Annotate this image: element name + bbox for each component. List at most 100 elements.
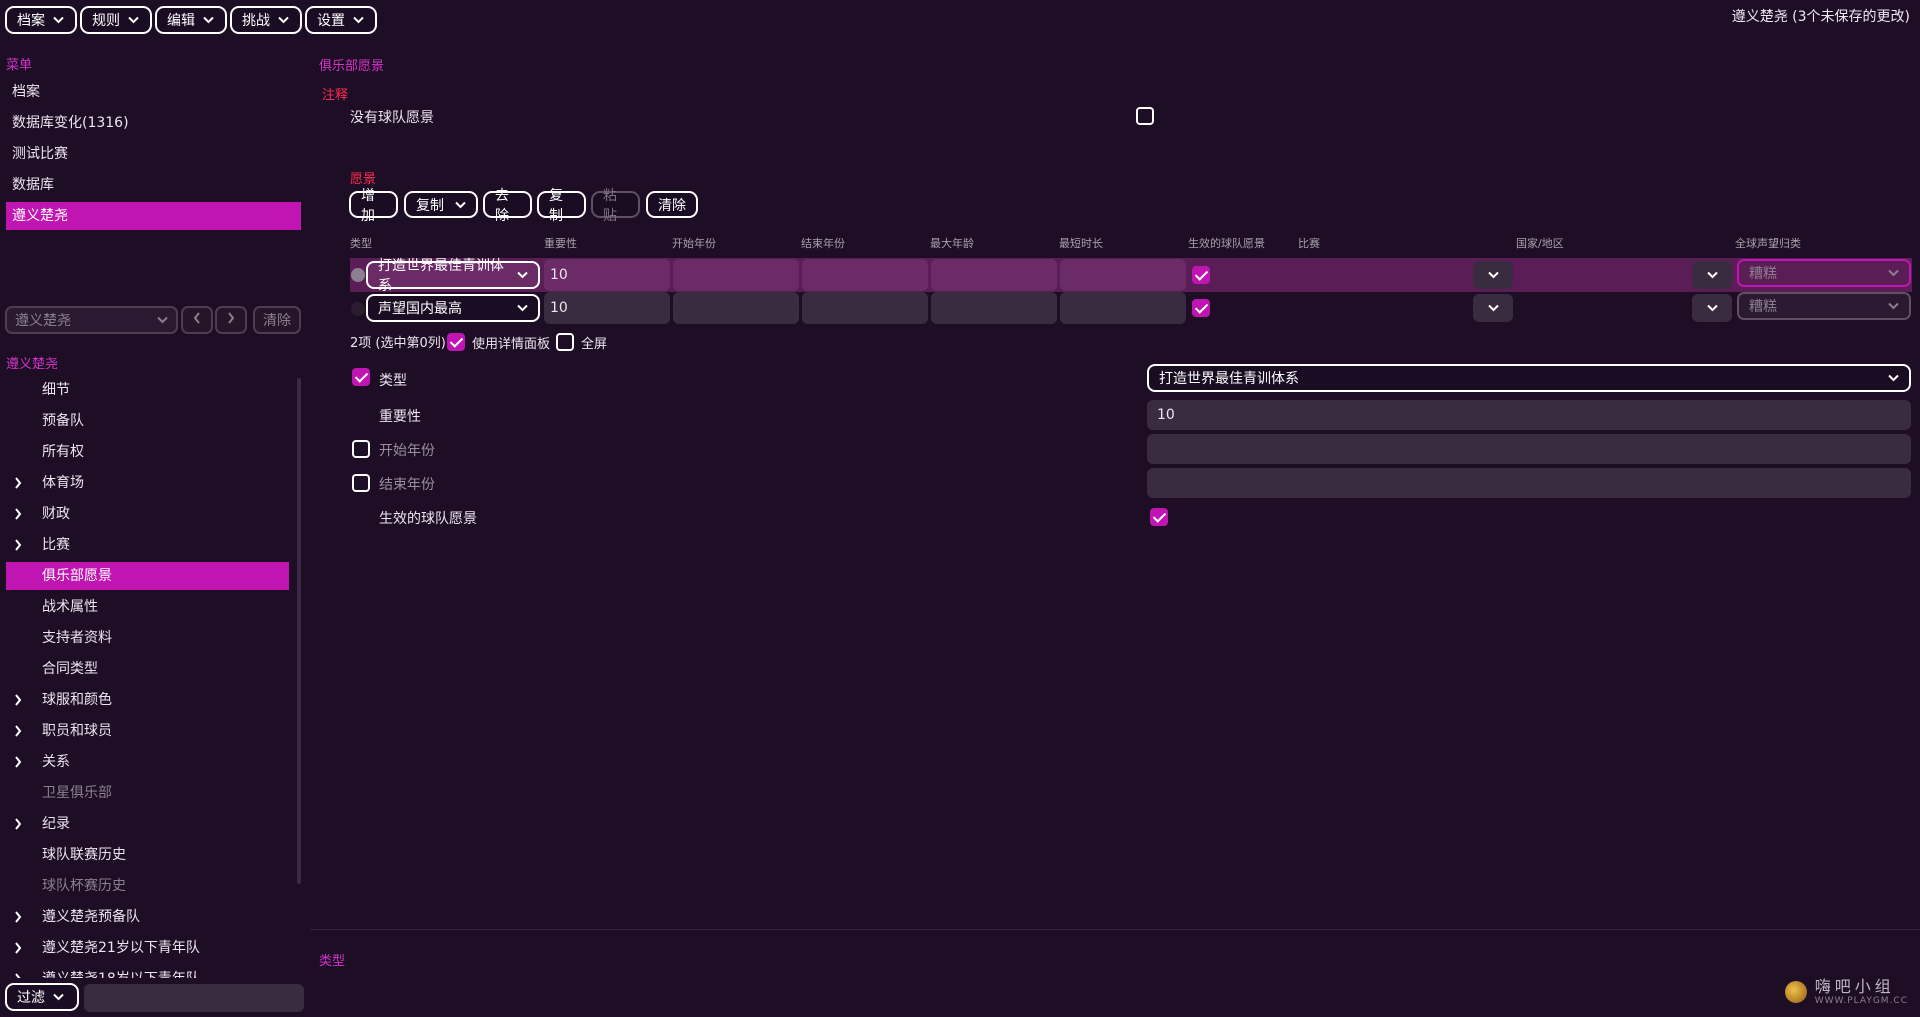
row-end-year-cell[interactable] bbox=[802, 259, 928, 291]
tree-item-label: 战术属性 bbox=[42, 599, 98, 615]
col-nation[interactable]: 国家/地区 bbox=[1516, 235, 1564, 251]
tree-item-label: 所有权 bbox=[42, 444, 84, 460]
row-end-year-cell[interactable] bbox=[802, 292, 928, 324]
paste-button[interactable]: 粘贴 bbox=[591, 188, 640, 224]
row-max-age-cell[interactable] bbox=[931, 259, 1057, 291]
tree-item[interactable]: 卫星俱乐部 bbox=[6, 779, 289, 807]
row-importance-cell[interactable]: 10 bbox=[544, 292, 670, 324]
filter-button[interactable]: 过滤 bbox=[5, 983, 79, 1011]
menu-settings-button[interactable]: 设置 bbox=[305, 6, 377, 34]
tree-scrollbar[interactable] bbox=[297, 378, 301, 884]
no-vision-label: 没有球队愿景 bbox=[350, 110, 434, 126]
tree-item[interactable]: 球队联赛历史 bbox=[6, 841, 289, 869]
reputation-select[interactable]: 糟糕 bbox=[1737, 259, 1911, 287]
detail-start-year-checkbox[interactable] bbox=[352, 440, 370, 458]
detail-type-checkbox[interactable] bbox=[352, 368, 370, 386]
row-type-value: 打造世界最佳青训体系 bbox=[378, 258, 504, 294]
detail-end-year-label: 结束年份 bbox=[379, 477, 435, 493]
chevron-right-icon[interactable] bbox=[14, 686, 22, 717]
competition-dropdown[interactable] bbox=[1473, 294, 1513, 322]
chevron-right-icon[interactable] bbox=[14, 965, 22, 978]
detail-active-checkbox[interactable] bbox=[1150, 508, 1168, 526]
copy-button[interactable]: 复制 bbox=[537, 188, 586, 224]
tree-item[interactable]: 纪录 bbox=[6, 810, 289, 838]
window-title: 遵义楚尧 (3个未保存的更改) bbox=[1731, 9, 1910, 25]
tree-item[interactable]: 所有权 bbox=[6, 438, 289, 466]
col-start-year[interactable]: 开始年份 bbox=[672, 235, 716, 251]
row-selector-icon[interactable] bbox=[351, 302, 365, 316]
col-world-reputation[interactable]: 全球声望归类 bbox=[1735, 235, 1801, 251]
row-importance-cell[interactable]: 10 bbox=[544, 259, 670, 291]
fullscreen-checkbox[interactable] bbox=[556, 333, 574, 351]
row-min-duration-cell[interactable] bbox=[1060, 259, 1186, 291]
tree-item[interactable]: 球队杯赛历史 bbox=[6, 872, 289, 900]
tree-item[interactable]: 合同类型 bbox=[6, 655, 289, 683]
add-button[interactable]: 增加 bbox=[349, 188, 398, 224]
divider bbox=[310, 929, 1920, 930]
clear-button[interactable]: 清除 bbox=[646, 191, 698, 218]
tree-item[interactable]: 比赛 bbox=[6, 531, 289, 559]
col-competition[interactable]: 比赛 bbox=[1298, 235, 1320, 251]
selection-status: 2项 (选中第0列) bbox=[350, 336, 446, 351]
tree-item[interactable]: 遵义楚尧21岁以下青年队 bbox=[6, 934, 289, 962]
no-vision-checkbox[interactable] bbox=[1136, 107, 1154, 125]
row-max-age-cell[interactable] bbox=[931, 292, 1057, 324]
nation-dropdown[interactable] bbox=[1692, 261, 1732, 289]
row-type-select[interactable]: 打造世界最佳青训体系 bbox=[366, 258, 540, 294]
detail-importance-field[interactable]: 10 bbox=[1147, 400, 1911, 430]
chevron-right-icon[interactable] bbox=[14, 810, 22, 841]
row-min-duration-cell[interactable] bbox=[1060, 292, 1186, 324]
detail-type-select[interactable]: 打造世界最佳青训体系 bbox=[1147, 364, 1911, 392]
nation-dropdown[interactable] bbox=[1692, 294, 1732, 322]
tree-item[interactable]: 遵义楚尧18岁以下青年队 bbox=[6, 965, 289, 978]
copy-dropdown-button[interactable]: 复制 bbox=[404, 191, 478, 218]
tree-item-label: 合同类型 bbox=[42, 661, 98, 677]
col-end-year[interactable]: 结束年份 bbox=[801, 235, 845, 251]
col-active-vision[interactable]: 生效的球队愿景 bbox=[1188, 235, 1265, 251]
row-selector-icon[interactable] bbox=[351, 268, 365, 282]
chevron-right-icon[interactable] bbox=[14, 717, 22, 748]
tree-item[interactable]: 支持者资料 bbox=[6, 624, 289, 652]
tree-item[interactable]: 遵义楚尧预备队 bbox=[6, 903, 289, 931]
row-active-checkbox[interactable] bbox=[1192, 299, 1210, 317]
tree-item-label: 体育场 bbox=[42, 475, 84, 491]
tree-item[interactable]: 预备队 bbox=[6, 407, 289, 435]
col-max-age[interactable]: 最大年龄 bbox=[930, 235, 974, 251]
tree-item[interactable]: 战术属性 bbox=[6, 593, 289, 621]
chevron-right-icon[interactable] bbox=[14, 531, 22, 562]
tree-item[interactable]: 球服和颜色 bbox=[6, 686, 289, 714]
tree-item[interactable]: 体育场 bbox=[6, 469, 289, 497]
chevron-right-icon[interactable] bbox=[14, 469, 22, 500]
chevron-right-icon[interactable] bbox=[14, 500, 22, 531]
detail-importance-label: 重要性 bbox=[379, 409, 421, 425]
chevron-down-icon bbox=[1888, 298, 1899, 314]
tree-item[interactable]: 职员和球员 bbox=[6, 717, 289, 745]
tree-item-label: 球队杯赛历史 bbox=[42, 878, 126, 894]
row-start-year-cell[interactable] bbox=[673, 292, 799, 324]
row-type-select[interactable]: 声望国内最高 bbox=[366, 294, 540, 322]
chevron-right-icon[interactable] bbox=[14, 748, 22, 779]
competition-dropdown[interactable] bbox=[1473, 261, 1513, 289]
club-tree: 细节预备队所有权体育场财政比赛俱乐部愿景战术属性支持者资料合同类型球服和颜色职员… bbox=[0, 0, 306, 978]
row-start-year-cell[interactable] bbox=[673, 259, 799, 291]
detail-end-year-checkbox[interactable] bbox=[352, 474, 370, 492]
tree-item[interactable]: 财政 bbox=[6, 500, 289, 528]
row-active-checkbox[interactable] bbox=[1192, 266, 1210, 284]
col-type[interactable]: 类型 bbox=[350, 235, 372, 251]
remove-button[interactable]: 去除 bbox=[483, 188, 532, 224]
detail-type-value: 打造世界最佳青训体系 bbox=[1159, 371, 1299, 387]
tree-item[interactable]: 细节 bbox=[6, 376, 289, 404]
chevron-down-icon bbox=[455, 197, 466, 213]
tree-item[interactable]: 俱乐部愿景 bbox=[6, 562, 289, 590]
filter-input[interactable] bbox=[84, 984, 304, 1012]
col-min-duration[interactable]: 最短时长 bbox=[1059, 235, 1103, 251]
chevron-right-icon[interactable] bbox=[14, 934, 22, 965]
use-detail-panel-checkbox[interactable] bbox=[447, 333, 465, 351]
reputation-select[interactable]: 糟糕 bbox=[1737, 292, 1911, 320]
detail-end-year-field[interactable] bbox=[1147, 468, 1911, 498]
chevron-down-icon bbox=[1706, 300, 1718, 316]
detail-start-year-field[interactable] bbox=[1147, 434, 1911, 464]
tree-item[interactable]: 关系 bbox=[6, 748, 289, 776]
col-importance[interactable]: 重要性 bbox=[544, 235, 577, 251]
chevron-right-icon[interactable] bbox=[14, 903, 22, 934]
